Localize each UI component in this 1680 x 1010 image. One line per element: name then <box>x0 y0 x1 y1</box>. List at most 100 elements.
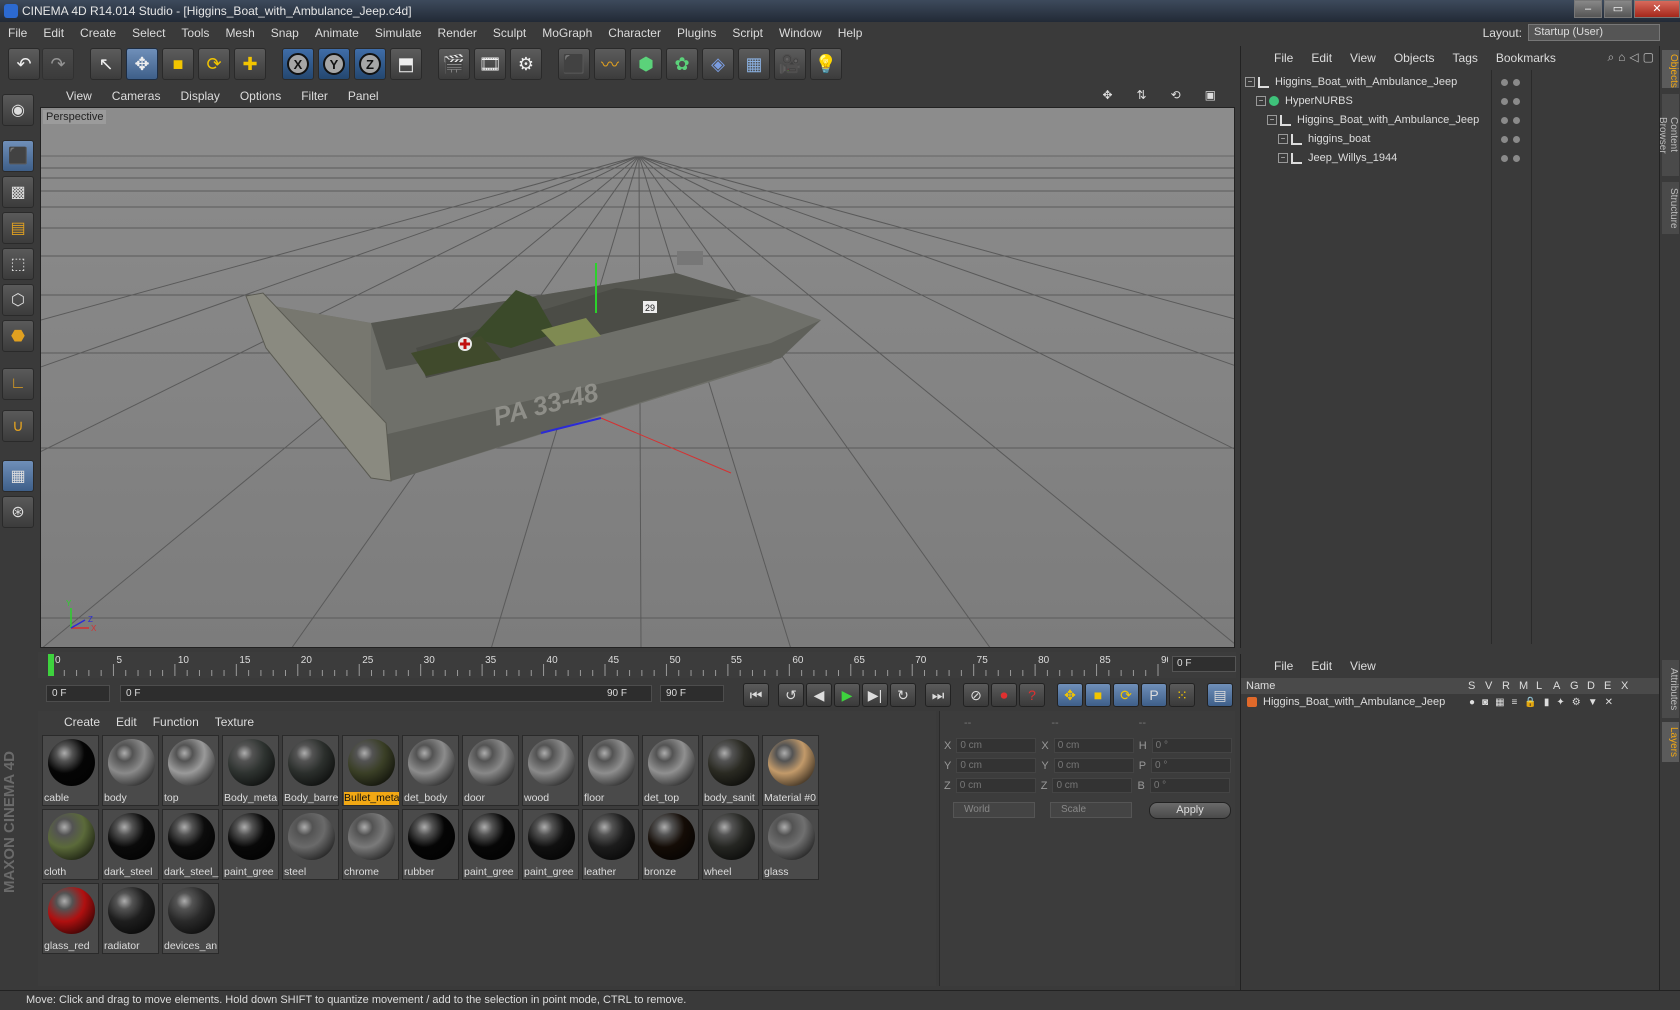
rotation-b-field[interactable]: 0 ° <box>1149 778 1230 793</box>
make-editable-icon[interactable]: ◉ <box>2 94 34 126</box>
mat-menu-edit[interactable]: Edit <box>108 715 145 729</box>
visibility-dots[interactable] <box>1501 135 1520 143</box>
next-key-icon[interactable]: ↻ <box>890 683 916 707</box>
obj-menu-objects[interactable]: Objects <box>1385 51 1444 65</box>
material-swatch[interactable]: body_sanit <box>702 735 759 806</box>
layer-col-m[interactable]: M <box>1519 680 1536 692</box>
render-settings-icon[interactable]: ⚙ <box>510 48 542 80</box>
subdivision-icon[interactable]: ⬢ <box>630 48 662 80</box>
menu-mesh[interactable]: Mesh <box>217 26 262 40</box>
material-swatch[interactable]: Material #0 <box>762 735 819 806</box>
object-row[interactable]: − Higgins_Boat_with_Ambulance_Jeep <box>1245 72 1655 92</box>
menu-animate[interactable]: Animate <box>307 26 367 40</box>
material-swatch[interactable]: wood <box>522 735 579 806</box>
tab-layers[interactable]: Layers <box>1662 722 1679 762</box>
object-row[interactable]: − HyperNURBS <box>1245 91 1655 111</box>
expand-toggle-icon[interactable]: − <box>1278 134 1288 144</box>
expand-toggle-icon[interactable]: − <box>1256 96 1266 106</box>
rotation-p-field[interactable]: 0 ° <box>1151 758 1232 773</box>
material-swatch[interactable]: top <box>162 735 219 806</box>
layer-xref-icon[interactable]: ✕ <box>1605 697 1613 708</box>
size-x-field[interactable]: 0 cm <box>1053 738 1134 753</box>
key-scale-icon[interactable]: ■ <box>1085 683 1111 707</box>
layer-col-d[interactable]: D <box>1587 680 1604 692</box>
layer-col-r[interactable]: R <box>1502 680 1519 692</box>
visibility-dots[interactable] <box>1501 116 1520 124</box>
live-selection-icon[interactable]: ↖ <box>90 48 122 80</box>
obj-menu-file[interactable]: File <box>1265 51 1302 65</box>
obj-home-icon[interactable]: ⌂ <box>1618 50 1625 65</box>
current-frame-field[interactable]: 0 F <box>1172 656 1236 672</box>
material-swatch[interactable]: Body_barre <box>282 735 339 806</box>
floor-icon[interactable]: ▦ <box>738 48 770 80</box>
layer-col-name[interactable]: Name <box>1246 680 1468 692</box>
menu-script[interactable]: Script <box>724 26 771 40</box>
key-parameter-icon[interactable]: P <box>1141 683 1167 707</box>
axis-mode-icon[interactable]: ∟ <box>2 368 34 400</box>
vp-menu-filter[interactable]: Filter <box>291 89 338 103</box>
layer-col-e[interactable]: E <box>1604 680 1621 692</box>
layer-render-icon[interactable]: ▦ <box>1495 697 1504 708</box>
start-frame-field[interactable]: 0 F <box>46 685 110 702</box>
autokeying-icon[interactable]: ⏺ <box>991 683 1017 707</box>
spline-pen-icon[interactable]: 〰 <box>594 48 626 80</box>
obj-back-icon[interactable]: ◁ <box>1629 50 1638 65</box>
undo-icon[interactable]: ↶ <box>8 48 40 80</box>
material-swatch[interactable]: devices_an <box>162 883 219 954</box>
layer-color-swatch[interactable] <box>1247 697 1257 707</box>
visibility-dots[interactable] <box>1501 97 1520 105</box>
material-swatch[interactable]: door <box>462 735 519 806</box>
rotation-h-field[interactable]: 0 ° <box>1151 738 1232 753</box>
expand-toggle-icon[interactable]: − <box>1278 153 1288 163</box>
z-axis-lock-icon[interactable]: Z <box>354 48 386 80</box>
vp-menu-panel[interactable]: Panel <box>338 89 389 103</box>
scale-icon[interactable]: ■ <box>162 48 194 80</box>
obj-new-window-icon[interactable]: ▢ <box>1643 50 1654 65</box>
material-swatch[interactable]: paint_gree <box>462 809 519 880</box>
coordinate-space-dropdown[interactable]: World <box>953 802 1035 818</box>
menu-window[interactable]: Window <box>771 26 830 40</box>
key-rotation-icon[interactable]: ⟳ <box>1113 683 1139 707</box>
vp-maximize-icon[interactable]: ▣ <box>1195 88 1226 102</box>
workplane-mode-icon[interactable]: ▤ <box>2 212 34 244</box>
material-swatch[interactable]: paint_gree <box>222 809 279 880</box>
next-frame-icon[interactable]: ▶| <box>862 683 888 707</box>
material-swatch[interactable]: Body_meta <box>222 735 279 806</box>
layer-generators-icon[interactable]: ✦ <box>1556 697 1564 708</box>
material-swatch[interactable]: dark_steel <box>102 809 159 880</box>
redo-icon[interactable]: ↷ <box>42 48 74 80</box>
menu-help[interactable]: Help <box>830 26 871 40</box>
go-to-start-icon[interactable]: ⏮ <box>743 683 769 707</box>
array-icon[interactable]: ✿ <box>666 48 698 80</box>
vp-rotate-icon[interactable]: ⟲ <box>1161 88 1191 102</box>
layer-col-l[interactable]: L <box>1536 680 1553 692</box>
maximize-button[interactable]: ▭ <box>1604 0 1632 18</box>
object-row[interactable]: − higgins_boat <box>1245 129 1655 149</box>
position-x-field[interactable]: 0 cm <box>956 738 1037 753</box>
layer-col-s[interactable]: S <box>1468 680 1485 692</box>
menu-simulate[interactable]: Simulate <box>367 26 430 40</box>
material-swatch[interactable]: det_top <box>642 735 699 806</box>
obj-menu-view[interactable]: View <box>1341 51 1385 65</box>
material-swatch[interactable]: radiator <box>102 883 159 954</box>
play-icon[interactable]: ▶ <box>834 683 860 707</box>
visibility-dots[interactable] <box>1501 154 1520 162</box>
record-keys-icon[interactable]: ⊘ <box>963 683 989 707</box>
layer-menu-view[interactable]: View <box>1341 659 1385 673</box>
size-y-field[interactable]: 0 cm <box>1053 758 1134 773</box>
menu-tools[interactable]: Tools <box>173 26 217 40</box>
layer-visible-icon[interactable]: ◙ <box>1482 697 1488 708</box>
tab-structure[interactable]: Structure <box>1662 182 1679 234</box>
material-swatch[interactable]: cloth <box>42 809 99 880</box>
polygons-mode-icon[interactable]: ⬣ <box>2 320 34 352</box>
mat-menu-create[interactable]: Create <box>56 715 108 729</box>
menu-snap[interactable]: Snap <box>263 26 307 40</box>
material-swatch[interactable]: det_body <box>402 735 459 806</box>
layer-animation-icon[interactable]: ▮ <box>1544 697 1550 708</box>
layer-solo-icon[interactable]: ● <box>1469 697 1475 708</box>
expand-toggle-icon[interactable]: − <box>1267 115 1277 125</box>
visibility-dots[interactable] <box>1501 78 1520 86</box>
key-pla-icon[interactable]: ⁙ <box>1169 683 1195 707</box>
layer-lock-icon[interactable]: 🔒 <box>1524 697 1536 708</box>
model-mode-icon[interactable]: ⬛ <box>2 140 34 172</box>
